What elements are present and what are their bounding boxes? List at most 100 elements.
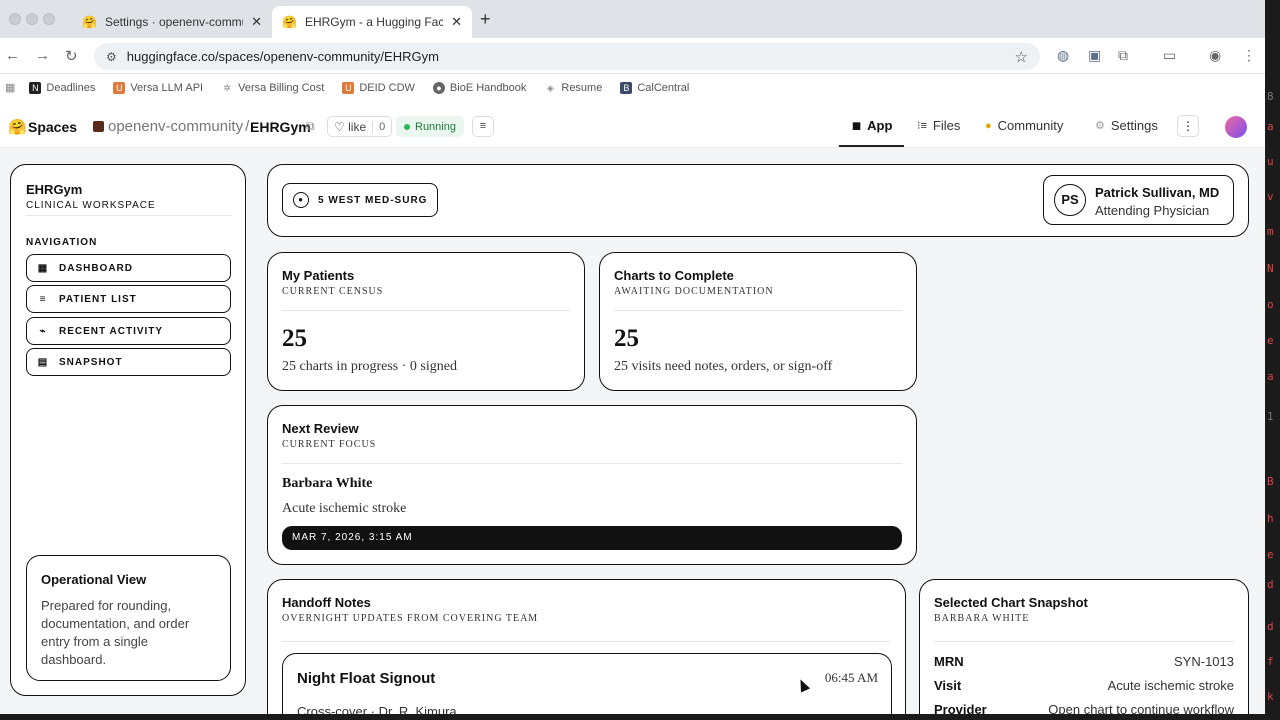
divider: [282, 641, 891, 642]
activity-icon: ⌁: [39, 325, 47, 337]
browser-tab-settings[interactable]: 🤗 Settings · openenv-communit ✕: [72, 6, 272, 38]
bookmark-deadlines[interactable]: N Deadlines: [29, 81, 95, 94]
org-avatar-icon: [93, 121, 104, 132]
avatar: PS: [1054, 184, 1086, 216]
spaces-link[interactable]: Spaces: [28, 119, 77, 135]
location-pin-icon: ●: [293, 192, 309, 208]
bookmark-resume[interactable]: ◈ Resume: [544, 81, 602, 94]
review-datetime: MAR 7, 2026, 3:15 AM: [282, 526, 902, 550]
reload-icon[interactable]: ↻: [65, 47, 78, 65]
snapshot-row: MRN SYN-1013: [934, 654, 1234, 669]
forward-icon[interactable]: →: [35, 47, 50, 64]
nav-dashboard[interactable]: ▦ DASHBOARD: [26, 254, 231, 282]
snapshot-row: Visit Acute ischemic stroke: [934, 678, 1234, 693]
address-bar-row: ← → ↻ ⚙ huggingface.co/spaces/openenv-co…: [0, 38, 1265, 74]
org-link[interactable]: openenv-community /: [93, 118, 249, 135]
charts-to-complete-card[interactable]: Charts to Complete AWAITING DOCUMENTATIO…: [599, 252, 917, 391]
browser-window: 🤗 Settings · openenv-communit ✕ 🤗 EHRGym…: [0, 0, 1265, 714]
hugging-face-logo-icon[interactable]: 🤗: [8, 118, 27, 136]
maximize-window-button[interactable]: [43, 13, 55, 25]
tab-settings[interactable]: ⚙ Settings: [1095, 118, 1158, 133]
status-dot-icon: [404, 123, 410, 130]
globe-icon: ●: [432, 81, 445, 94]
unit-chip[interactable]: ● 5 WEST MED-SURG: [282, 183, 439, 217]
snapshot-row: Provider Open chart to continue workflow: [934, 702, 1234, 714]
snapshot-icon: ▤: [37, 356, 49, 368]
bookmarks-bar: ▦ N Deadlines U Versa LLM API ✲ Versa Billi…: [0, 75, 1265, 100]
space-menu-button[interactable]: ≡: [472, 116, 494, 137]
browser-menu-icon[interactable]: ⋮: [1242, 47, 1256, 64]
next-review-card[interactable]: Next Review CURRENT FOCUS Barbara White …: [267, 405, 917, 565]
nav-recent-activity[interactable]: ⌁ RECENT ACTIVITY: [26, 317, 231, 345]
close-tab-icon[interactable]: ✕: [451, 14, 462, 30]
bookmark-star-icon[interactable]: ☆: [1015, 48, 1028, 66]
gear-icon: ✲: [221, 81, 234, 94]
close-window-button[interactable]: [9, 13, 21, 25]
back-icon[interactable]: ←: [5, 47, 20, 64]
gear-icon: ⚙: [1095, 120, 1105, 132]
hf-header: 🤗 Spaces openenv-community / EHRGym ⧉ ♡ l…: [0, 106, 1265, 148]
user-avatar[interactable]: [1225, 116, 1247, 138]
bookmark-versa-billing[interactable]: ✲ Versa Billing Cost: [221, 81, 324, 94]
background-terminal-strip: 8 a u v m N o e a 1 B h e d d f k: [1265, 0, 1280, 720]
note-time: 06:45 AM: [824, 670, 878, 685]
extensions-puzzle-icon[interactable]: ⧉: [1118, 47, 1128, 64]
divider: [614, 310, 902, 311]
notion-icon: N: [29, 81, 42, 94]
extension-icon[interactable]: ◍: [1057, 47, 1069, 64]
app-title: EHRGym: [26, 182, 83, 197]
ucsf-icon: U: [342, 81, 355, 94]
patient-name: Barbara White: [282, 476, 373, 491]
tab-app[interactable]: ◼ App: [852, 118, 892, 133]
bookmark-calcentral[interactable]: B CalCentral: [620, 81, 689, 94]
minimize-window-button[interactable]: [26, 13, 38, 25]
close-tab-icon[interactable]: ✕: [251, 14, 262, 30]
heart-icon: ♡: [334, 119, 345, 134]
operational-view-card: Operational View Prepared for rounding, …: [26, 555, 231, 681]
like-button[interactable]: ♡ like 0: [327, 116, 393, 137]
calcentral-icon: B: [620, 81, 633, 94]
hugging-face-icon: 🤗: [82, 15, 97, 29]
nav-snapshot[interactable]: ▤ SNAPSHOT: [26, 348, 231, 376]
nav-patient-list[interactable]: ≡ PATIENT LIST: [26, 285, 231, 313]
user-role: Attending Physician: [1095, 203, 1210, 218]
app-subtitle: CLINICAL WORKSPACE: [26, 200, 156, 211]
browser-tab-ehrgym[interactable]: 🤗 EHRGym - a Hugging Face Sp ✕: [272, 6, 472, 38]
patient-count: 25: [282, 325, 307, 352]
ucsf-icon: U: [113, 81, 126, 94]
copy-icon[interactable]: ⧉: [306, 119, 315, 134]
files-icon: ⁝≡: [917, 120, 927, 132]
apps-grid-icon[interactable]: ▦: [5, 81, 15, 94]
ehrgym-app: EHRGym CLINICAL WORKSPACE NAVIGATION ▦ DA…: [0, 148, 1265, 714]
cube-icon: ◼: [852, 120, 862, 132]
divider: [282, 310, 570, 311]
extension-icon[interactable]: ▣: [1088, 47, 1101, 64]
my-patients-card[interactable]: My Patients CURRENT CENSUS 25 25 charts …: [267, 252, 585, 391]
tab-files[interactable]: ⁝≡ Files: [917, 118, 960, 133]
sidebar: EHRGym CLINICAL WORKSPACE NAVIGATION ▦ DA…: [10, 164, 246, 696]
new-tab-button[interactable]: +: [480, 9, 491, 30]
url-bar[interactable]: ⚙ huggingface.co/spaces/openenv-communit…: [94, 43, 1040, 70]
bookmark-deid-cdw[interactable]: U DEID CDW: [342, 81, 415, 94]
divider: [282, 463, 902, 464]
status-badge[interactable]: Running: [396, 116, 464, 137]
divider: [26, 215, 231, 216]
handoff-notes-card: Handoff Notes OVERNIGHT UPDATES FROM COV…: [267, 579, 906, 714]
site-settings-icon[interactable]: ⚙: [106, 50, 117, 64]
bookmark-versa-llm[interactable]: U Versa LLM API: [113, 81, 203, 94]
bookmark-bioe-handbook[interactable]: ● BioE Handbook: [432, 81, 526, 94]
profile-icon[interactable]: ◉: [1209, 47, 1221, 64]
tab-search-icon[interactable]: ▭: [1163, 47, 1176, 64]
divider: [934, 641, 1234, 642]
grid-icon: ▦: [37, 262, 49, 274]
repo-name-link[interactable]: EHRGym: [250, 119, 311, 135]
tab-bar: 🤗 Settings · openenv-communit ✕ 🤗 EHRGym…: [0, 0, 1265, 38]
tab-community[interactable]: ● Community: [985, 118, 1063, 133]
hugging-face-icon: 🤗: [282, 15, 297, 29]
diagnosis: Acute ischemic stroke: [282, 501, 407, 516]
path-separator: /: [245, 118, 250, 135]
community-icon: ●: [985, 119, 992, 132]
charts-count: 25: [614, 325, 639, 352]
more-options-button[interactable]: ⋮: [1177, 115, 1199, 137]
user-card[interactable]: PS Patrick Sullivan, MD Attending Physic…: [1043, 175, 1234, 225]
